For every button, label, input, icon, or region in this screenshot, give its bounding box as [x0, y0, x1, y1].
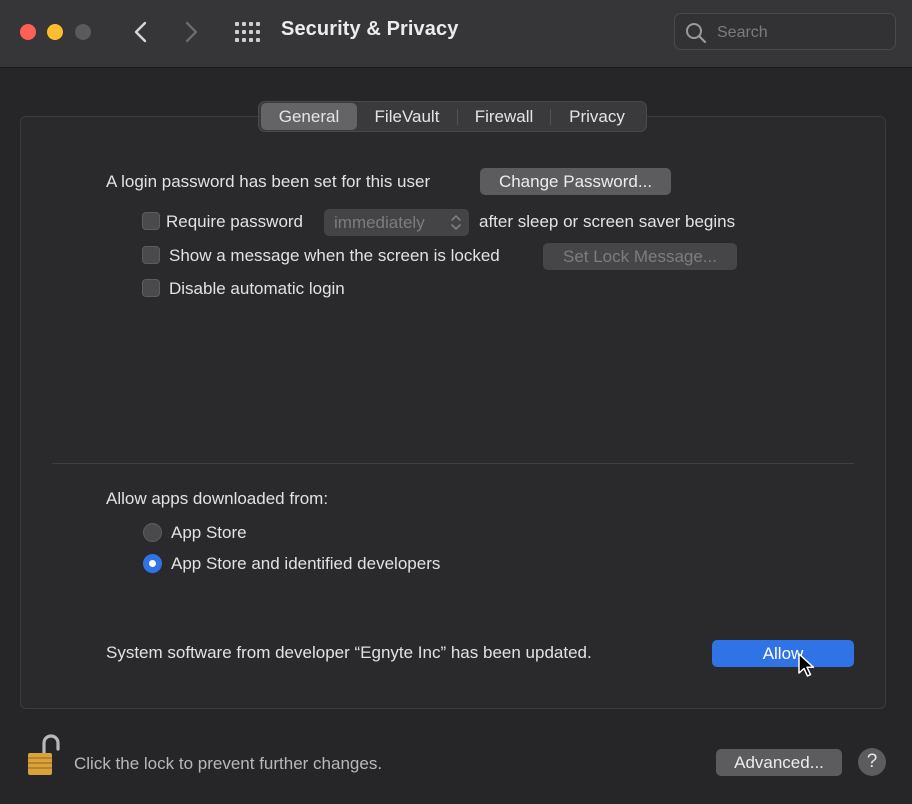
- tab-privacy[interactable]: Privacy: [551, 103, 643, 130]
- search-icon: [686, 23, 707, 44]
- title-bar: Security & Privacy: [0, 0, 912, 68]
- updown-chevron-icon: [451, 215, 461, 230]
- section-divider: [52, 463, 854, 464]
- grid-icon[interactable]: [234, 21, 262, 43]
- radio-app-store-label: App Store: [171, 523, 247, 542]
- disable-auto-login-checkbox[interactable]: [142, 279, 160, 297]
- require-password-suffix: after sleep or screen saver begins: [479, 212, 736, 231]
- lock-status-text: Click the lock to prevent further change…: [74, 754, 383, 773]
- chevron-right-icon[interactable]: [176, 16, 206, 48]
- allow-button[interactable]: Allow: [712, 640, 854, 667]
- chevron-left-icon[interactable]: [127, 16, 157, 48]
- radio-identified-developers[interactable]: [143, 554, 162, 573]
- show-message-checkbox[interactable]: [142, 246, 160, 264]
- search-field[interactable]: [674, 13, 896, 50]
- system-software-notice: System software from developer “Egnyte I…: [106, 643, 592, 662]
- set-lock-message-button[interactable]: Set Lock Message...: [543, 243, 737, 270]
- tab-general[interactable]: General: [261, 103, 357, 130]
- radio-identified-developers-label: App Store and identified developers: [171, 554, 441, 573]
- settings-panel: [20, 116, 886, 709]
- change-password-button[interactable]: Change Password...: [480, 168, 671, 195]
- radio-app-store[interactable]: [143, 523, 162, 542]
- require-password-label: Require password: [166, 212, 304, 231]
- disable-auto-login-label: Disable automatic login: [169, 279, 345, 298]
- tab-firewall[interactable]: Firewall: [458, 103, 550, 130]
- help-button[interactable]: ?: [858, 748, 886, 776]
- login-password-text: A login password has been set for this u…: [106, 172, 431, 191]
- cursor-icon: [798, 653, 815, 677]
- allow-apps-heading: Allow apps downloaded from:: [106, 489, 329, 508]
- tab-filevault[interactable]: FileVault: [357, 103, 457, 130]
- window-title: Security & Privacy: [281, 18, 459, 40]
- require-password-checkbox[interactable]: [142, 212, 160, 230]
- password-delay-popup[interactable]: immediately: [324, 209, 469, 236]
- password-delay-value: immediately: [334, 213, 425, 232]
- tab-bar: General FileVault Firewall Privacy: [258, 101, 647, 132]
- lock-icon[interactable]: [24, 733, 62, 777]
- search-input[interactable]: [715, 20, 889, 46]
- advanced-button[interactable]: Advanced...: [716, 749, 842, 776]
- zoom-icon[interactable]: [75, 24, 91, 40]
- close-icon[interactable]: [20, 24, 36, 40]
- minimize-icon[interactable]: [47, 24, 63, 40]
- show-message-label: Show a message when the screen is locked: [169, 246, 500, 265]
